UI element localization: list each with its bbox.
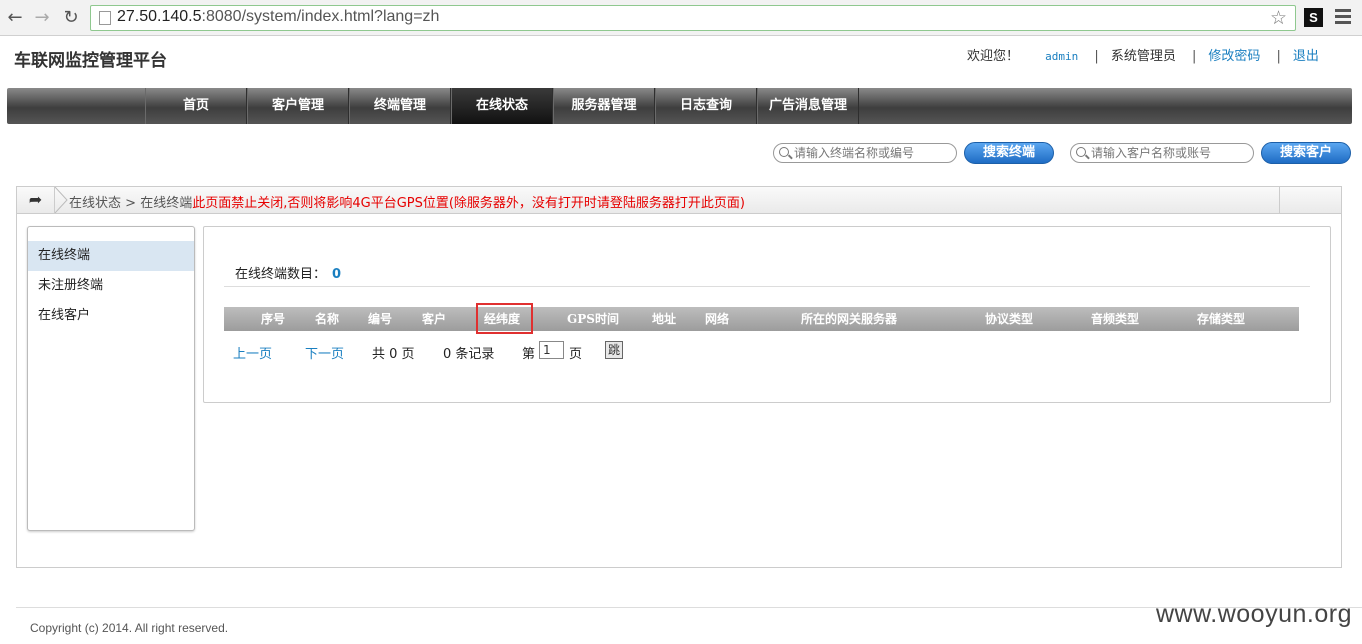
sidebar-item-online-customers[interactable]: 在线客户: [28, 301, 194, 331]
nav-customer-management[interactable]: 客户管理: [247, 88, 349, 124]
column-header-index: 序号: [261, 312, 286, 326]
reload-icon[interactable]: ↻: [60, 7, 82, 29]
nav-home[interactable]: 首页: [145, 88, 247, 124]
search-icon: [779, 147, 789, 157]
url-host: 27.50.140.5: [117, 8, 202, 25]
breadcrumb-arrow-icon: [55, 187, 68, 213]
breadcrumb-level1[interactable]: 在线状态: [69, 196, 121, 211]
column-header-gateway-server: 所在的网关服务器: [801, 312, 898, 326]
main-nav: 首页 客户管理 终端管理 在线状态 服务器管理 日志查询 广告消息管理: [7, 88, 1352, 124]
page-suffix: 页: [569, 347, 583, 362]
breadcrumb: ➦ 在线状态 > 在线终端此页面禁止关闭,否则将影响4G平台GPS位置(除服务器…: [16, 186, 1342, 214]
separator: |: [1191, 49, 1197, 64]
next-page-link[interactable]: 下一页: [305, 343, 344, 362]
page-prefix: 第: [522, 347, 536, 362]
table-header: 序号 名称 编号 客户 经纬度 GPS时间 地址 网络 所在的网关服务器 协议类…: [224, 307, 1299, 331]
breadcrumb-right-box: [1279, 187, 1341, 213]
url-text: 27.50.140.5:8080/system/index.html?lang=…: [117, 8, 439, 26]
extension-s-icon[interactable]: S: [1304, 8, 1323, 27]
forward-arrow-icon[interactable]: →: [31, 7, 53, 29]
search-icon: [1076, 147, 1086, 157]
user-bar: 欢迎您！ admin | 系统管理员 | 修改密码 | 退出: [967, 47, 1347, 67]
nav-terminal-management[interactable]: 终端管理: [349, 88, 451, 124]
sidebar-item-online-terminals[interactable]: 在线终端: [28, 241, 194, 271]
sidebar: 在线终端 未注册终端 在线客户: [27, 226, 195, 531]
nav-server-management[interactable]: 服务器管理: [553, 88, 655, 124]
username: admin: [1045, 50, 1079, 63]
terminal-search-placeholder: 请输入终端名称或编号: [794, 146, 915, 160]
browser-toolbar: ← → ↻ 27.50.140.5:8080/system/index.html…: [0, 0, 1362, 36]
search-terminal-button[interactable]: 搜索终端: [964, 142, 1054, 164]
online-count-value: 0: [332, 267, 342, 282]
bookmark-star-icon[interactable]: ☆: [1270, 7, 1287, 29]
separator: |: [1276, 49, 1281, 64]
column-header-storage-type: 存储类型: [1197, 312, 1246, 326]
column-header-audio-type: 音频类型: [1091, 312, 1140, 326]
prev-page-link[interactable]: 上一页: [233, 343, 272, 362]
breadcrumb-separator: >: [125, 196, 137, 211]
user-role: 系统管理员: [1110, 49, 1176, 64]
breadcrumb-text: 在线状态 > 在线终端此页面禁止关闭,否则将影响4G平台GPS位置(除服务器外，…: [69, 192, 745, 211]
customer-search-placeholder: 请输入客户名称或账号: [1091, 146, 1212, 160]
nav-ad-message-management[interactable]: 广告消息管理: [757, 88, 859, 124]
page-number-input[interactable]: 1: [539, 341, 564, 359]
separator: |: [1094, 49, 1099, 64]
page-icon: [99, 11, 111, 25]
total-records: 0 条记录: [443, 347, 495, 362]
sidebar-item-unregistered-terminals[interactable]: 未注册终端: [28, 271, 194, 301]
online-count-label: 在线终端数目：: [235, 267, 327, 282]
column-header-address: 地址: [652, 312, 677, 326]
site-title: 车联网监控管理平台: [14, 51, 167, 71]
nav-online-status[interactable]: 在线状态: [451, 88, 553, 124]
back-curved-arrow-icon[interactable]: ➦: [17, 187, 55, 213]
column-header-network: 网络: [705, 312, 730, 326]
online-count: 在线终端数目： 0: [235, 263, 341, 282]
welcome-text: 欢迎您！: [967, 49, 1020, 64]
column-header-customer: 客户: [422, 312, 447, 326]
terminal-search-input[interactable]: 请输入终端名称或编号: [773, 143, 957, 163]
total-pages: 共 0 页: [372, 347, 415, 362]
url-path: :8080/system/index.html?lang=zh: [201, 8, 440, 25]
breadcrumb-level2: 在线终端: [140, 196, 193, 211]
breadcrumb-warning: 此页面禁止关闭,否则将影响4G平台GPS位置(除服务器外，没有打开时请登陆服务器…: [192, 196, 746, 211]
logout-link[interactable]: 退出: [1293, 49, 1319, 64]
search-customer-button[interactable]: 搜索客户: [1261, 142, 1351, 164]
change-password-link[interactable]: 修改密码: [1208, 49, 1260, 64]
divider: [224, 286, 1310, 287]
nav-log-query[interactable]: 日志查询: [655, 88, 757, 124]
browser-menu-icon[interactable]: [1335, 9, 1351, 27]
watermark: www.wooyun.org: [1156, 600, 1352, 628]
highlight-box: [476, 303, 533, 334]
column-header-name: 名称: [315, 312, 340, 326]
jump-button[interactable]: 跳: [605, 341, 623, 359]
copyright: Copyright (c) 2014. All right reserved.: [30, 621, 229, 635]
customer-search-input[interactable]: 请输入客户名称或账号: [1070, 143, 1254, 163]
column-header-gps-time: GPS时间: [567, 312, 619, 326]
column-header-code: 编号: [368, 312, 393, 326]
address-bar[interactable]: 27.50.140.5:8080/system/index.html?lang=…: [90, 5, 1296, 31]
back-arrow-icon[interactable]: ←: [4, 7, 26, 29]
column-header-protocol-type: 协议类型: [985, 312, 1034, 326]
